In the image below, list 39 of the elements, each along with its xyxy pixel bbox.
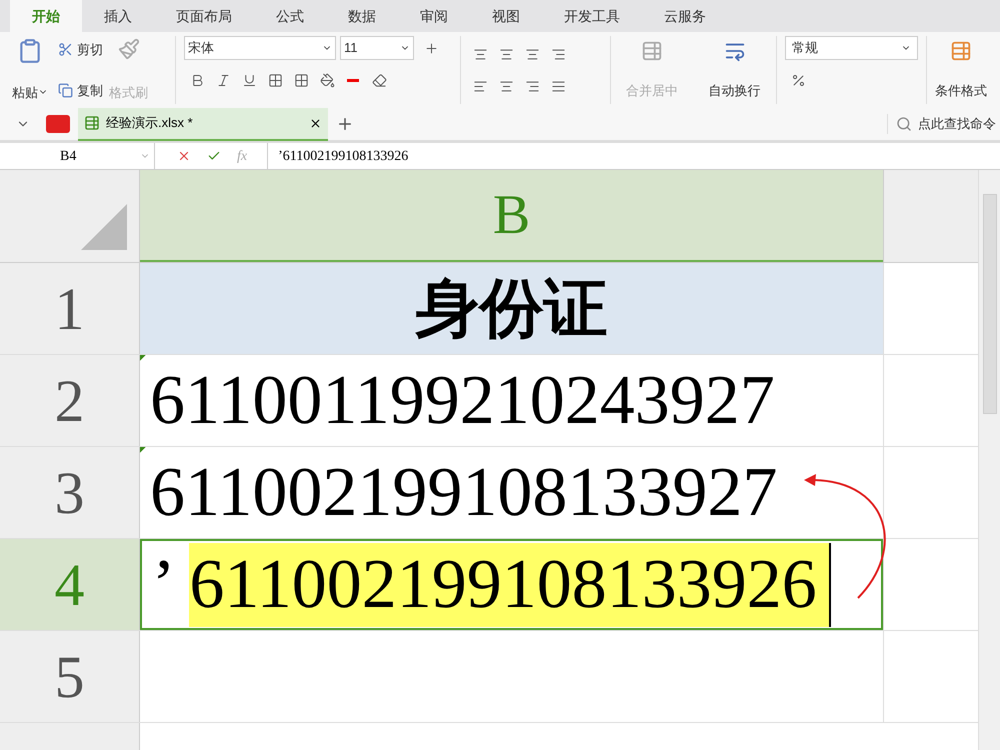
ribbon-tab[interactable]: 数据 [326,0,398,32]
row-header[interactable]: 2 [0,355,140,446]
table-cell: 身份证 [140,263,883,354]
row-header[interactable]: 3 [0,447,140,538]
number-format-field[interactable]: 常规 [785,36,918,60]
function-label: fx [237,148,248,166]
search-icon [896,116,912,132]
ribbon-tab[interactable]: 页面布局 [154,0,254,32]
table-icon [950,40,972,62]
paste-button[interactable]: 粘贴 [8,36,52,104]
vertical-scrollbar[interactable] [978,170,1000,750]
row-header[interactable]: 5 [0,631,140,722]
scissors-icon [58,42,73,58]
new-tab-icon [336,115,354,133]
command-search-field[interactable]: 点此查找命令 [887,114,1000,134]
table-icon [641,40,663,62]
conditional-format-button[interactable]: 条件格式 [927,36,995,104]
ribbon-tab[interactable]: 开发工具 [542,0,642,32]
ribbon-tab[interactable]: 开始 [10,0,82,32]
ribbon-tab[interactable]: 公式 [254,0,326,32]
spreadsheet-file-icon [84,115,100,131]
copy-button[interactable]: 复制 [58,80,103,100]
cut-button[interactable]: 剪切 [58,40,103,60]
copy-icon [58,82,73,98]
ribbon-tab[interactable]: 插入 [82,0,154,32]
cancel-icon [177,149,191,163]
table-cell: ’ 611002199108133926 [140,539,883,630]
wrap-text-button[interactable]: 自动换行 [693,36,777,104]
scroll-thumb[interactable] [982,194,996,414]
ribbon-tab[interactable]: 云服务 [642,0,728,32]
font-size-field[interactable]: 11 [340,36,414,60]
row-header[interactable]: 1 [0,263,140,354]
ribbon-tab[interactable]: 审阅 [398,0,470,32]
app-logo-icon [46,115,70,133]
font-name-field[interactable]: 宋体 [184,36,336,60]
brush-icon [118,38,140,60]
ribbon-tab[interactable]: 视图 [470,0,542,32]
close-icon[interactable] [309,116,322,130]
document-tab[interactable]: 经验演示.xlsx * [78,108,328,140]
